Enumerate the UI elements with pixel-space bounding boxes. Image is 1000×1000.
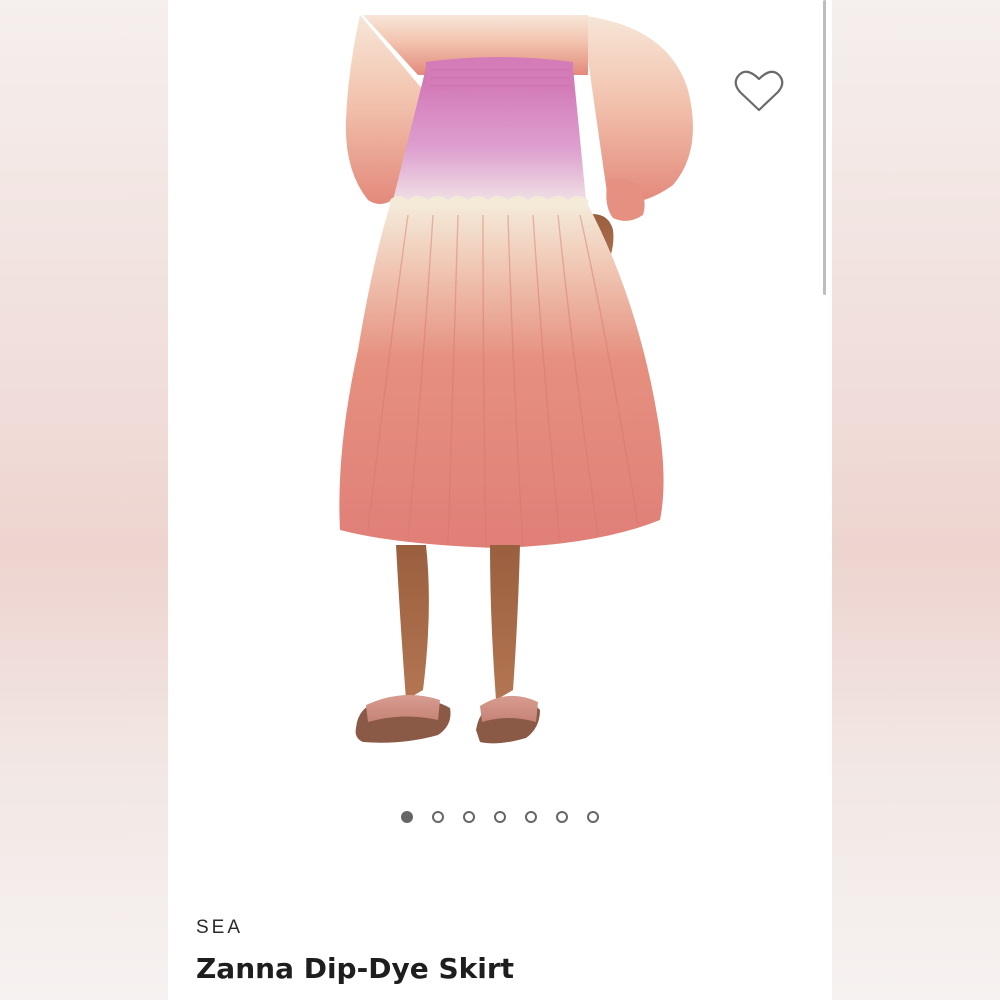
carousel-dot-1[interactable]	[401, 811, 413, 823]
left-blur-panel	[0, 0, 168, 1000]
carousel-dot-6[interactable]	[556, 811, 568, 823]
wishlist-button[interactable]	[732, 66, 786, 116]
image-carousel-indicators	[168, 811, 832, 831]
product-brand[interactable]: SEA	[196, 917, 243, 939]
carousel-dot-3[interactable]	[463, 811, 475, 823]
heart-outline-icon[interactable]	[734, 68, 784, 114]
carousel-dot-4[interactable]	[494, 811, 506, 823]
scrollbar[interactable]	[823, 0, 826, 295]
carousel-dot-2[interactable]	[432, 811, 444, 823]
carousel-dot-5[interactable]	[525, 811, 537, 823]
carousel-dot-7[interactable]	[587, 811, 599, 823]
product-image[interactable]	[168, 0, 832, 790]
right-blur-panel	[832, 0, 1000, 1000]
product-photo	[339, 15, 693, 744]
product-page: SEA Zanna Dip-Dye Skirt	[168, 0, 832, 1000]
product-title: Zanna Dip-Dye Skirt	[196, 952, 515, 985]
